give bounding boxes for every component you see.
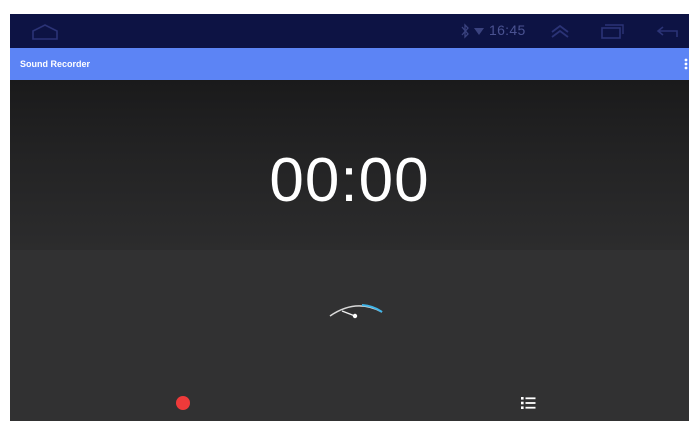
- recordings-list-button[interactable]: [518, 395, 538, 411]
- status-clock: 16:45: [489, 22, 526, 38]
- action-bar: Sound Recorder: [10, 48, 689, 80]
- recording-timer: 00:00: [269, 146, 430, 215]
- bluetooth-icon: [461, 23, 469, 39]
- controls-area: [10, 250, 689, 421]
- level-meter-icon: [329, 304, 383, 319]
- app-title: Sound Recorder: [20, 59, 91, 69]
- chevron-up-icon[interactable]: [550, 23, 570, 39]
- list-icon: [521, 397, 536, 409]
- device-screen: 16:45 Sound Recorder 00:00: [10, 14, 689, 421]
- timer-panel: 00:00: [10, 80, 689, 250]
- status-bar: 16:45: [10, 14, 689, 48]
- recent-apps-icon[interactable]: [600, 23, 624, 39]
- record-button[interactable]: [176, 396, 190, 410]
- overflow-menu-icon[interactable]: [683, 57, 689, 71]
- home-icon[interactable]: [32, 24, 58, 40]
- back-icon[interactable]: [655, 23, 681, 39]
- wifi-icon: [474, 28, 484, 35]
